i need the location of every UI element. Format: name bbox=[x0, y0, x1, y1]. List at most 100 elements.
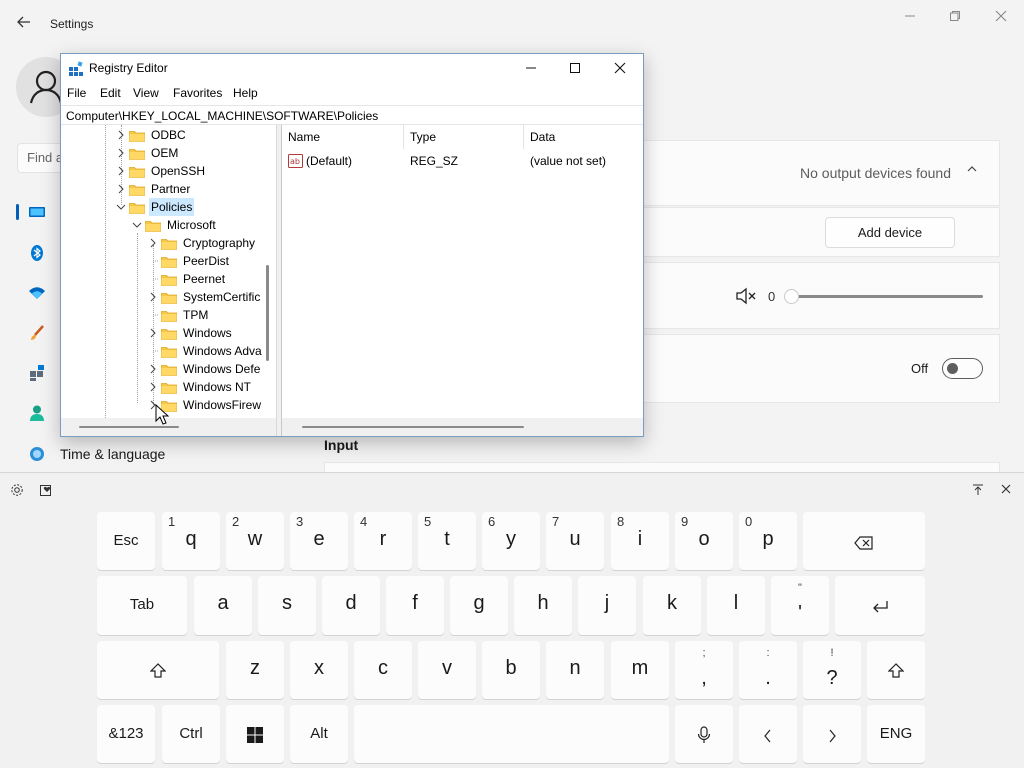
key-g[interactable]: g bbox=[450, 576, 508, 635]
chevron-right-icon[interactable] bbox=[147, 324, 159, 342]
toggle-state-label: Off bbox=[911, 361, 929, 376]
mono-audio-toggle[interactable] bbox=[942, 358, 983, 379]
menu-favorites[interactable]: Favorites bbox=[173, 86, 222, 100]
restore-icon[interactable] bbox=[935, 6, 975, 28]
key-space[interactable] bbox=[354, 705, 669, 763]
key-f[interactable]: f bbox=[386, 576, 444, 635]
key-t[interactable]: 5t bbox=[418, 512, 476, 570]
key-period[interactable]: :. bbox=[739, 641, 797, 699]
close-icon[interactable] bbox=[597, 56, 643, 82]
chevron-right-icon[interactable] bbox=[147, 288, 159, 306]
column-header-data[interactable]: Data bbox=[524, 125, 642, 149]
key-&123[interactable]: &123 bbox=[97, 705, 155, 763]
menu-file[interactable]: File bbox=[67, 86, 86, 100]
key-c[interactable]: c bbox=[354, 641, 412, 699]
values-horizontal-scrollbar[interactable] bbox=[302, 426, 524, 428]
apps-icon[interactable] bbox=[28, 364, 46, 382]
key-k[interactable]: k bbox=[643, 576, 701, 635]
menu-help[interactable]: Help bbox=[233, 86, 258, 100]
key-question[interactable]: !? bbox=[803, 641, 861, 699]
key-a[interactable]: a bbox=[194, 576, 252, 635]
dock-keyboard-icon[interactable] bbox=[970, 483, 986, 499]
key-l[interactable]: l bbox=[707, 576, 765, 635]
chevron-down-icon[interactable] bbox=[115, 198, 127, 216]
volume-slider-track[interactable] bbox=[790, 295, 983, 298]
column-header-type[interactable]: Type bbox=[404, 125, 524, 149]
value-name[interactable]: (Default) bbox=[306, 152, 352, 170]
menu-edit[interactable]: Edit bbox=[100, 86, 121, 100]
key-esc[interactable]: Esc bbox=[97, 512, 155, 570]
registry-editor-window: Registry Editor File Edit View Favorites… bbox=[60, 53, 644, 437]
key-windows-logo[interactable] bbox=[226, 705, 284, 763]
key-x[interactable]: x bbox=[290, 641, 348, 699]
chevron-up-icon[interactable] bbox=[966, 163, 978, 178]
add-device-button[interactable]: Add device bbox=[825, 217, 955, 248]
key-p[interactable]: 0p bbox=[739, 512, 797, 570]
chevron-right-icon[interactable] bbox=[115, 180, 127, 198]
mute-speaker-icon[interactable] bbox=[735, 287, 757, 305]
menu-view[interactable]: View bbox=[133, 86, 159, 100]
key-m[interactable]: m bbox=[611, 641, 669, 699]
key-r[interactable]: 4r bbox=[354, 512, 412, 570]
volume-slider-thumb[interactable] bbox=[784, 289, 799, 304]
key-shift[interactable] bbox=[97, 641, 219, 699]
key-tab[interactable]: Tab bbox=[97, 576, 187, 635]
key-v[interactable]: v bbox=[418, 641, 476, 699]
chevron-right-icon[interactable] bbox=[147, 378, 159, 396]
bluetooth-icon[interactable] bbox=[28, 244, 46, 262]
key-e[interactable]: 3e bbox=[290, 512, 348, 570]
back-arrow-icon[interactable] bbox=[14, 14, 34, 34]
system-icon[interactable] bbox=[28, 205, 46, 223]
chevron-down-icon[interactable] bbox=[131, 216, 143, 234]
key-s[interactable]: s bbox=[258, 576, 316, 635]
key-microphone[interactable] bbox=[675, 705, 733, 763]
close-keyboard-icon[interactable] bbox=[998, 483, 1014, 499]
chevron-right-icon[interactable] bbox=[147, 360, 159, 378]
chevron-right-icon[interactable] bbox=[115, 144, 127, 162]
key-w[interactable]: 2w bbox=[226, 512, 284, 570]
key-d[interactable]: d bbox=[322, 576, 380, 635]
chevron-right-icon[interactable] bbox=[115, 126, 127, 144]
key-o[interactable]: 9o bbox=[675, 512, 733, 570]
key-n[interactable]: n bbox=[546, 641, 604, 699]
tree-horizontal-scrollbar[interactable] bbox=[79, 426, 179, 428]
key-eng[interactable]: ENG bbox=[867, 705, 925, 763]
keyboard-settings-icon[interactable] bbox=[9, 483, 25, 499]
network-icon[interactable] bbox=[28, 285, 46, 303]
personalization-icon[interactable] bbox=[28, 324, 46, 342]
key-ctrl[interactable]: Ctrl bbox=[162, 705, 220, 763]
minimize-icon[interactable] bbox=[508, 56, 554, 82]
key-y[interactable]: 6y bbox=[482, 512, 540, 570]
key-j[interactable]: j bbox=[578, 576, 636, 635]
minimize-icon[interactable] bbox=[890, 6, 930, 28]
key-q[interactable]: 1q bbox=[162, 512, 220, 570]
key-tree[interactable]: ODBC OEM OpenSSH Partner Policies Microsoft Cr… bbox=[61, 125, 277, 436]
key-b[interactable]: b bbox=[482, 641, 540, 699]
column-header-name[interactable]: Name bbox=[282, 125, 404, 149]
address-bar[interactable]: Computer\HKEY_LOCAL_MACHINE\SOFTWARE\Pol… bbox=[61, 105, 643, 125]
close-icon[interactable] bbox=[981, 6, 1021, 28]
time-language-icon[interactable] bbox=[28, 445, 46, 463]
maximize-icon[interactable] bbox=[552, 56, 598, 82]
key-shift[interactable] bbox=[867, 641, 925, 699]
key-u[interactable]: 7u bbox=[546, 512, 604, 570]
key-z[interactable]: z bbox=[226, 641, 284, 699]
key-alt[interactable]: Alt bbox=[290, 705, 348, 763]
tree-vertical-scrollbar[interactable] bbox=[266, 265, 269, 361]
chevron-right-icon[interactable] bbox=[147, 234, 159, 252]
values-pane[interactable]: Name Type Data ab (Default) REG_SZ (valu… bbox=[281, 125, 643, 436]
key-enter[interactable] bbox=[835, 576, 925, 635]
emoji-clipboard-icon[interactable] bbox=[38, 483, 54, 499]
key-arrow-right[interactable] bbox=[803, 705, 861, 763]
microphone-icon bbox=[675, 726, 733, 750]
key-h[interactable]: h bbox=[514, 576, 572, 635]
accounts-icon[interactable] bbox=[28, 404, 46, 422]
key-i[interactable]: 8i bbox=[611, 512, 669, 570]
key-arrow-left[interactable] bbox=[739, 705, 797, 763]
key-comma[interactable]: ;, bbox=[675, 641, 733, 699]
title-bar[interactable]: Registry Editor bbox=[61, 54, 643, 84]
key-backspace[interactable] bbox=[803, 512, 925, 570]
chevron-right-icon[interactable] bbox=[115, 162, 127, 180]
key-apostrophe[interactable]: " ' bbox=[771, 576, 829, 635]
nav-item-time-language[interactable]: Time & language bbox=[60, 446, 165, 462]
